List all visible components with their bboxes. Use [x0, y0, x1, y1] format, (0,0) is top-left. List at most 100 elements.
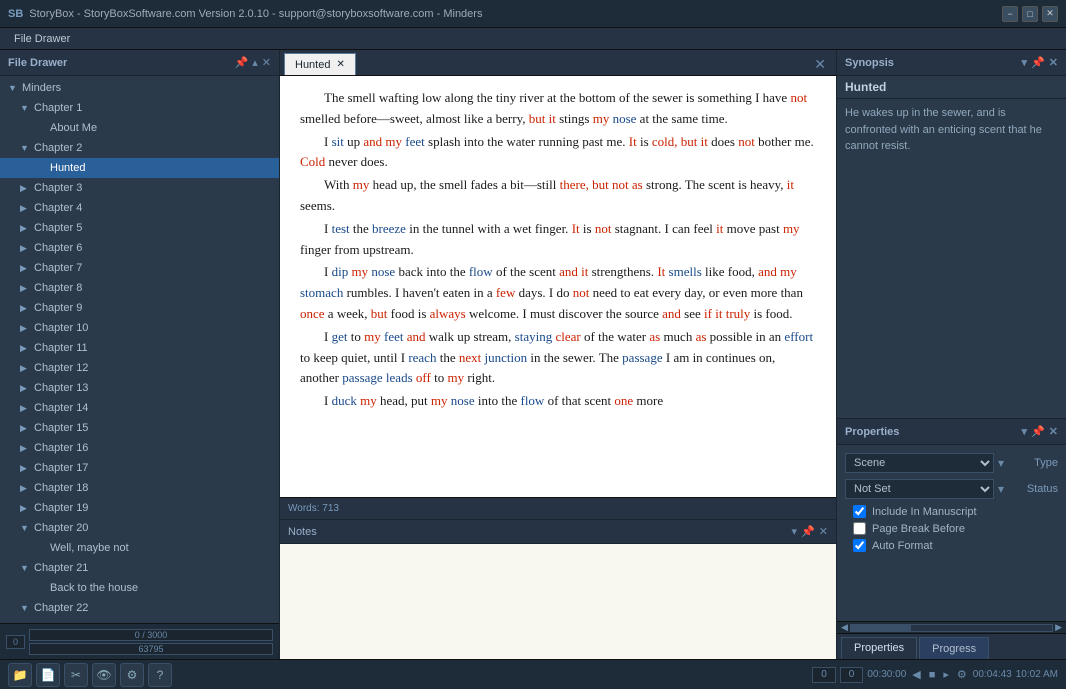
editor-panel: Hunted ✕ ✕ The smell wafting low along t…: [280, 50, 836, 519]
tree-item-ch16[interactable]: ▶Chapter 16: [0, 438, 279, 458]
open-folder-icon: 📁: [13, 668, 28, 682]
fd-progress-ratio: 0 / 3000: [135, 630, 168, 640]
editor-content[interactable]: The smell wafting low along the tiny riv…: [280, 76, 836, 497]
menubar: File Drawer: [0, 28, 1066, 50]
settings-button[interactable]: ⚙: [120, 663, 144, 687]
tree-item-ch2[interactable]: ▼Chapter 2: [0, 138, 279, 158]
tree-label-ch4: Chapter 4: [34, 202, 82, 214]
notes-chevron-icon[interactable]: ▾: [792, 525, 798, 538]
menu-file-drawer[interactable]: File Drawer: [6, 31, 78, 47]
transport-prev-button[interactable]: ◀: [910, 668, 922, 681]
notes-panel: Notes ▾ 📌 ✕: [280, 519, 836, 659]
synopsis-text[interactable]: He wakes up in the sewer, and is confron…: [837, 99, 1066, 418]
tree-item-ch5[interactable]: ▶Chapter 5: [0, 218, 279, 238]
tree-item-well-maybe[interactable]: Well, maybe not: [0, 538, 279, 558]
transport-settings-icon[interactable]: ⚙: [955, 668, 969, 681]
tree-label-ch15: Chapter 15: [34, 422, 88, 434]
tree-item-ch9[interactable]: ▶Chapter 9: [0, 298, 279, 318]
open-folder-button[interactable]: 📁: [8, 663, 32, 687]
status-label: Status: [1008, 483, 1058, 495]
status-select[interactable]: Not Set: [845, 479, 994, 499]
scrollbar-right-arrow[interactable]: ▶: [1053, 622, 1064, 633]
tree-label-hunted: Hunted: [50, 162, 85, 174]
tree-item-ch21[interactable]: ▼Chapter 21: [0, 558, 279, 578]
tree-item-minders[interactable]: ▼Minders: [0, 78, 279, 98]
tree-item-ch12[interactable]: ▶Chapter 12: [0, 358, 279, 378]
tree-item-ch22[interactable]: ▼Chapter 22: [0, 598, 279, 618]
help-button[interactable]: ?: [148, 663, 172, 687]
tree-item-ch10[interactable]: ▶Chapter 10: [0, 318, 279, 338]
file-drawer-pin-icon[interactable]: 📌: [235, 56, 249, 69]
tree-item-ch1[interactable]: ▼Chapter 1: [0, 98, 279, 118]
maximize-button[interactable]: □: [1022, 6, 1038, 22]
editor-paragraph: I dip my nose back into the flow of the …: [300, 262, 816, 324]
tree-item-ch20[interactable]: ▼Chapter 20: [0, 518, 279, 538]
notes-pin-icon[interactable]: 📌: [801, 525, 815, 538]
tree-item-ch3[interactable]: ▶Chapter 3: [0, 178, 279, 198]
tree-label-ch1: Chapter 1: [34, 102, 82, 114]
eye-icon: 👁: [96, 668, 111, 682]
tree-item-about-me[interactable]: About Me: [0, 118, 279, 138]
editor-tab-close-icon[interactable]: ✕: [336, 59, 344, 70]
tab-properties[interactable]: Properties: [841, 637, 917, 659]
tree-arrow-ch20: ▼: [20, 523, 32, 533]
editor-tabs: Hunted ✕ ✕: [280, 50, 836, 76]
file-drawer-title: File Drawer: [8, 57, 67, 69]
tree-label-ch3: Chapter 3: [34, 182, 82, 194]
tree-item-ch18[interactable]: ▶Chapter 18: [0, 478, 279, 498]
eye-button[interactable]: 👁: [92, 663, 116, 687]
tree-item-ch4[interactable]: ▶Chapter 4: [0, 198, 279, 218]
editor-tab-label: Hunted: [295, 59, 330, 71]
tree-label-ch17: Chapter 17: [34, 462, 88, 474]
tab-properties-label: Properties: [854, 642, 904, 654]
tree-label-ch18: Chapter 18: [34, 482, 88, 494]
tree-arrow-ch1: ▼: [20, 103, 32, 113]
transport-stop-button[interactable]: ■: [927, 669, 938, 681]
editor-panel-close-button[interactable]: ✕: [808, 56, 832, 73]
horizontal-scrollbar[interactable]: [850, 624, 1053, 632]
properties-pin-icon[interactable]: 📌: [1031, 425, 1045, 438]
synopsis-header: Synopsis ▾ 📌 ✕: [837, 50, 1066, 76]
file-drawer-close-icon[interactable]: ✕: [262, 56, 271, 69]
tree-item-ch15[interactable]: ▶Chapter 15: [0, 418, 279, 438]
synopsis-scene-title: Hunted: [837, 76, 1066, 99]
type-arrow-icon: ▾: [998, 456, 1004, 470]
properties-panel: Properties ▾ 📌 ✕ Scene ▾ Type Not: [837, 419, 1066, 659]
scrollbar-left-arrow[interactable]: ◀: [839, 622, 850, 633]
auto-format-checkbox[interactable]: [853, 539, 866, 552]
status-row: Not Set ▾ Status: [845, 479, 1058, 499]
tree-label-ch9: Chapter 9: [34, 302, 82, 314]
tree-item-ch17[interactable]: ▶Chapter 17: [0, 458, 279, 478]
tab-progress[interactable]: Progress: [919, 637, 989, 659]
synopsis-chevron-icon[interactable]: ▾: [1022, 56, 1028, 69]
properties-chevron-icon[interactable]: ▾: [1022, 425, 1028, 438]
new-doc-button[interactable]: 📄: [36, 663, 60, 687]
tree-arrow-ch13: ▶: [20, 383, 32, 394]
synopsis-close-icon[interactable]: ✕: [1049, 56, 1058, 69]
tree-item-hunted[interactable]: Hunted: [0, 158, 279, 178]
notes-close-icon[interactable]: ✕: [819, 525, 828, 538]
minimize-button[interactable]: −: [1002, 6, 1018, 22]
tree-arrow-ch12: ▶: [20, 363, 32, 374]
editor-tab-hunted[interactable]: Hunted ✕: [284, 53, 356, 75]
synopsis-pin-icon[interactable]: 📌: [1031, 56, 1045, 69]
tree-item-ch14[interactable]: ▶Chapter 14: [0, 398, 279, 418]
page-break-checkbox[interactable]: [853, 522, 866, 535]
properties-close-icon[interactable]: ✕: [1049, 425, 1058, 438]
tree-item-ch19[interactable]: ▶Chapter 19: [0, 498, 279, 518]
close-button[interactable]: ✕: [1042, 6, 1058, 22]
include-manuscript-checkbox[interactable]: [853, 505, 866, 518]
type-select[interactable]: Scene: [845, 453, 994, 473]
tree-item-ch8[interactable]: ▶Chapter 8: [0, 278, 279, 298]
tree-item-ch6[interactable]: ▶Chapter 6: [0, 238, 279, 258]
tree-item-ch13[interactable]: ▶Chapter 13: [0, 378, 279, 398]
tree-item-ch7[interactable]: ▶Chapter 7: [0, 258, 279, 278]
tree-item-back-to-house[interactable]: Back to the house: [0, 578, 279, 598]
notes-content[interactable]: [280, 544, 836, 659]
scrollbar-thumb: [851, 625, 911, 631]
tree-label-ch13: Chapter 13: [34, 382, 88, 394]
tree-item-ch11[interactable]: ▶Chapter 11: [0, 338, 279, 358]
scissors-button[interactable]: ✂: [64, 663, 88, 687]
file-drawer-up-icon[interactable]: ▴: [252, 56, 258, 69]
settings-icon: ⚙: [127, 668, 138, 682]
